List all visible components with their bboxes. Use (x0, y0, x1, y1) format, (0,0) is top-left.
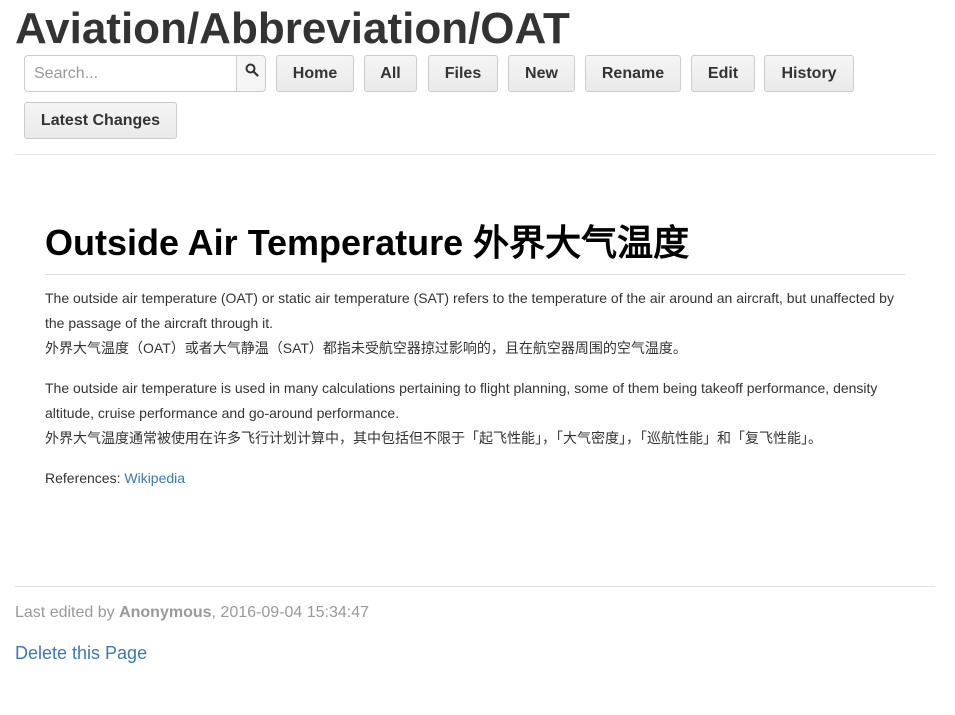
header-divider (15, 154, 935, 155)
last-edited-prefix: Last edited by (15, 604, 120, 621)
wiki-page: Aviation/Abbreviation/OAT Home All Files… (0, 0, 955, 715)
references: References: Wikipedia (45, 466, 905, 491)
wikipedia-link[interactable]: Wikipedia (124, 470, 185, 486)
home-button[interactable]: Home (276, 55, 354, 92)
footer-divider (15, 586, 935, 587)
references-label: References: (45, 470, 125, 486)
edit-button[interactable]: Edit (691, 55, 755, 92)
paragraph-2: The outside air temperature is used in m… (45, 376, 905, 451)
site-title: Aviation/Abbreviation/OAT (15, 4, 570, 53)
paragraph-2-chinese: 外界大气温度通常被使用在许多飞行计划计算中，其中包括但不限于「起飞性能」，「大气… (45, 430, 822, 446)
search-input[interactable] (24, 55, 237, 92)
last-edited-author: Anonymous (119, 604, 212, 621)
paragraph-2-english: The outside air temperature is used in m… (45, 380, 878, 421)
paragraph-1: The outside air temperature (OAT) or sta… (45, 286, 905, 361)
new-button[interactable]: New (508, 55, 575, 92)
all-button[interactable]: All (364, 55, 417, 92)
article-content: Outside Air Temperature 外界大气温度 The outsi… (45, 218, 905, 491)
history-button[interactable]: History (764, 55, 854, 92)
paragraph-1-english: The outside air temperature (OAT) or sta… (45, 290, 894, 331)
search-icon (245, 63, 259, 77)
search-button[interactable] (236, 55, 266, 92)
delete-page-link[interactable]: Delete this Page (15, 642, 147, 664)
page-title: Outside Air Temperature 外界大气温度 (45, 218, 905, 275)
rename-button[interactable]: Rename (585, 55, 681, 92)
files-button[interactable]: Files (428, 55, 498, 92)
latest-changes-button[interactable]: Latest Changes (24, 102, 177, 139)
last-edited-info: Last edited by Anonymous, 2016-09-04 15:… (15, 603, 369, 623)
search-group (24, 55, 266, 92)
paragraph-1-chinese: 外界大气温度（OAT）或者大气静温（SAT）都指未受航空器掠过影响的，且在航空器… (45, 340, 687, 356)
last-edited-time: , 2016-09-04 15:34:47 (211, 604, 369, 621)
